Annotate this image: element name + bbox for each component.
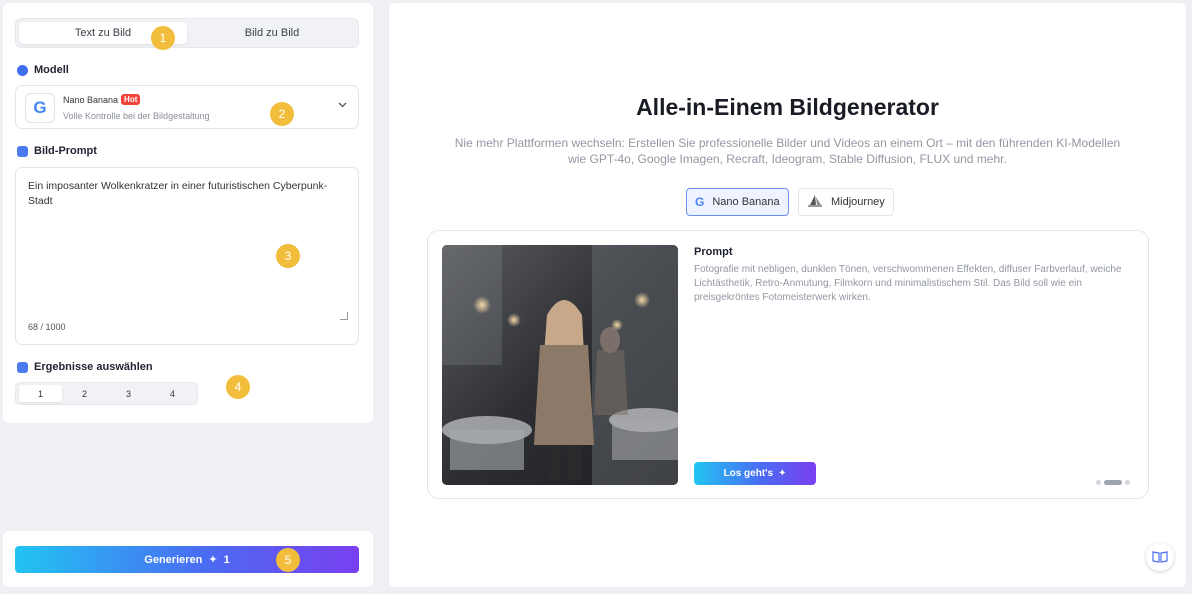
- result-option-2[interactable]: 2: [63, 385, 106, 402]
- book-icon[interactable]: [1146, 543, 1174, 571]
- google-g-icon: G: [695, 195, 705, 209]
- example-image: [442, 245, 678, 485]
- image-count-icon: [17, 361, 28, 373]
- mode-toggle: Text zu Bild Bild zu Bild: [15, 18, 359, 48]
- page-title: Alle-in-Einem Bildgenerator: [636, 94, 939, 120]
- step-marker-5: 5: [276, 548, 300, 572]
- lets-go-button[interactable]: Los geht's ✦: [694, 462, 816, 485]
- model-section-label: Modell: [17, 64, 69, 76]
- carousel-indicator: [1096, 480, 1130, 485]
- prompt-section-label: Bild-Prompt: [17, 145, 97, 157]
- prompt-textarea[interactable]: Ein imposanter Wolkenkratzer in einer fu…: [15, 167, 359, 345]
- tab-midjourney[interactable]: Midjourney: [798, 188, 894, 216]
- step-marker-2: 2: [270, 102, 294, 126]
- sparkle-icon: ✦: [208, 554, 218, 566]
- example-prompt-text: Fotografie mit nebligen, dunklen Tönen, …: [694, 264, 1122, 303]
- example-prompt-heading: Prompt: [694, 246, 733, 258]
- tab-midjourney-label: Midjourney: [831, 196, 885, 208]
- results-selector: 1 2 3 4: [15, 382, 198, 405]
- model-description: Volle Kontrolle bei der Bildgestaltung: [63, 111, 210, 121]
- model-label: Modell: [34, 64, 69, 76]
- step-marker-4: 4: [226, 375, 250, 399]
- brain-icon: [17, 64, 28, 76]
- model-select[interactable]: G Nano Banana Hot Volle Kontrolle bei de…: [15, 85, 359, 129]
- character-counter: 68 / 1000: [28, 322, 66, 332]
- google-g-icon: G: [25, 93, 55, 123]
- result-option-1[interactable]: 1: [19, 385, 62, 402]
- result-option-4[interactable]: 4: [151, 385, 194, 402]
- resize-handle[interactable]: [340, 312, 348, 320]
- results-section-label: Ergebnisse auswählen: [17, 361, 153, 373]
- generate-label: Generieren: [144, 553, 203, 566]
- midjourney-sailboat-icon: [807, 194, 823, 211]
- tab-nano-banana[interactable]: G Nano Banana: [686, 188, 789, 216]
- lets-go-label: Los geht's: [723, 468, 774, 479]
- tab-image-to-image[interactable]: Bild zu Bild: [188, 22, 356, 44]
- step-marker-3: 3: [276, 244, 300, 268]
- model-name-row: Nano Banana Hot: [63, 94, 141, 105]
- chevron-down-icon[interactable]: [338, 100, 347, 111]
- generate-cost: 1: [223, 553, 230, 566]
- page-subtitle: Nie mehr Plattformen wechseln: Erstellen…: [454, 136, 1121, 166]
- hot-badge: Hot: [121, 94, 141, 105]
- result-option-3[interactable]: 3: [107, 385, 150, 402]
- carousel-dot-2[interactable]: [1104, 480, 1122, 485]
- carousel-dot-3[interactable]: [1125, 480, 1130, 485]
- edit-icon: [17, 145, 28, 157]
- generate-button[interactable]: Generieren ✦ 1: [15, 546, 359, 573]
- carousel-dot-1[interactable]: [1096, 480, 1101, 485]
- prompt-value[interactable]: Ein imposanter Wolkenkratzer in einer fu…: [28, 179, 350, 209]
- step-marker-1: 1: [151, 26, 175, 50]
- results-label: Ergebnisse auswählen: [34, 361, 153, 373]
- model-name: Nano Banana: [63, 94, 119, 105]
- prompt-label: Bild-Prompt: [34, 145, 97, 157]
- sparkle-icon: ✦: [778, 468, 787, 479]
- tab-nano-banana-label: Nano Banana: [712, 196, 780, 208]
